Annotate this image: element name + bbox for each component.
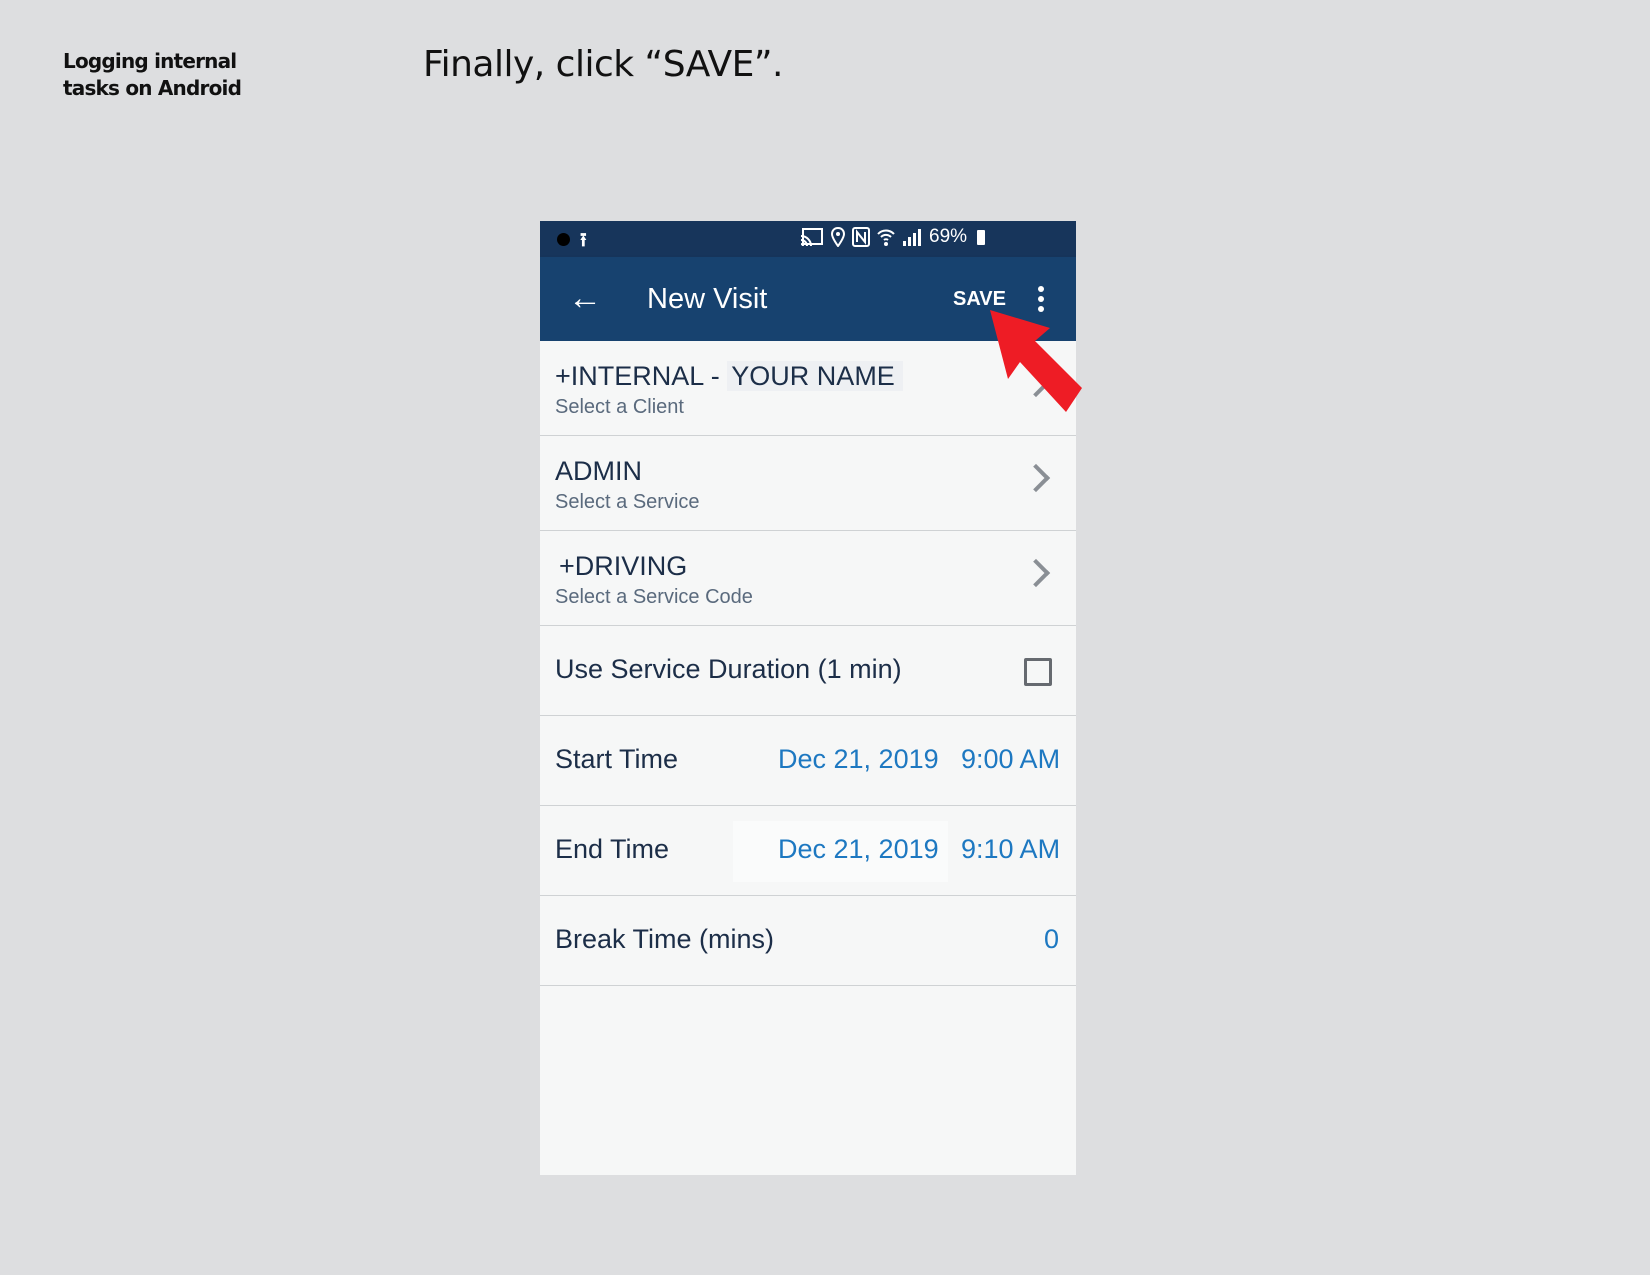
battery-percent: 69%: [929, 226, 968, 247]
chevron-right-icon: [1021, 558, 1051, 588]
status-bar: ⭱ 69%: [540, 221, 1076, 257]
service-code-hint: Select a Service Code: [555, 586, 753, 608]
tutorial-section-title-line2: tasks on Android: [63, 76, 242, 100]
client-prefix: +INTERNAL -: [555, 361, 728, 391]
start-time-value[interactable]: 9:00 AM: [961, 744, 1060, 775]
start-time-row: Start Time Dec 21, 2019 9:00 AM: [540, 716, 1076, 806]
break-time-value[interactable]: 0: [1044, 924, 1059, 955]
save-button[interactable]: SAVE: [953, 288, 1006, 311]
system-icons: 69%: [800, 226, 986, 248]
dot-icon: [557, 233, 570, 246]
break-time-row: Break Time (mins) 0: [540, 896, 1076, 986]
client-row[interactable]: +INTERNAL - YOUR NAME Select a Client: [540, 341, 1076, 436]
tutorial-section-title-line1: Logging internal: [63, 49, 237, 73]
client-name: YOUR NAME: [727, 361, 903, 391]
service-code-value: +DRIVING: [559, 551, 688, 581]
service-duration-label: Use Service Duration (1 min): [555, 654, 902, 684]
end-time-row: End Time Dec 21, 2019 9:10 AM: [540, 806, 1076, 896]
service-code-row[interactable]: +DRIVING Select a Service Code: [540, 531, 1076, 626]
signal-icon: [903, 229, 921, 246]
page-title: New Visit: [647, 283, 768, 315]
tutorial-section-title: Logging internal tasks on Android: [63, 48, 242, 102]
more-options-icon[interactable]: [1038, 286, 1044, 312]
client-value: +INTERNAL - YOUR NAME: [555, 361, 903, 392]
end-date-value[interactable]: Dec 21, 2019: [778, 834, 939, 865]
start-date-value[interactable]: Dec 21, 2019: [778, 744, 939, 775]
service-row[interactable]: ADMIN Select a Service: [540, 436, 1076, 531]
chevron-right-icon: [1021, 368, 1051, 398]
battery-icon: [977, 229, 986, 245]
start-time-label: Start Time: [555, 744, 679, 774]
wifi-icon: [877, 229, 895, 246]
service-hint: Select a Service: [555, 491, 700, 513]
end-time-label: End Time: [555, 834, 670, 864]
location-icon: [831, 227, 845, 247]
upload-icon: ⭱: [580, 230, 587, 251]
instruction-text: Finally, click “SAVE”.: [423, 44, 784, 85]
end-time-value[interactable]: 9:10 AM: [961, 834, 1060, 865]
nfc-icon: [852, 227, 870, 247]
back-arrow-icon[interactable]: ←: [568, 279, 602, 318]
phone-screen: ⭱ 69% ← New Visit SAVE +INTERNAL - YOUR …: [540, 221, 1076, 1175]
break-time-label: Break Time (mins): [555, 924, 775, 954]
service-duration-checkbox[interactable]: [1024, 658, 1052, 686]
service-duration-row: Use Service Duration (1 min): [540, 626, 1076, 716]
client-hint: Select a Client: [555, 396, 684, 418]
cast-icon: [800, 228, 823, 247]
service-value: ADMIN: [555, 456, 642, 486]
app-bar: ← New Visit SAVE: [540, 257, 1076, 341]
chevron-right-icon: [1021, 463, 1051, 493]
